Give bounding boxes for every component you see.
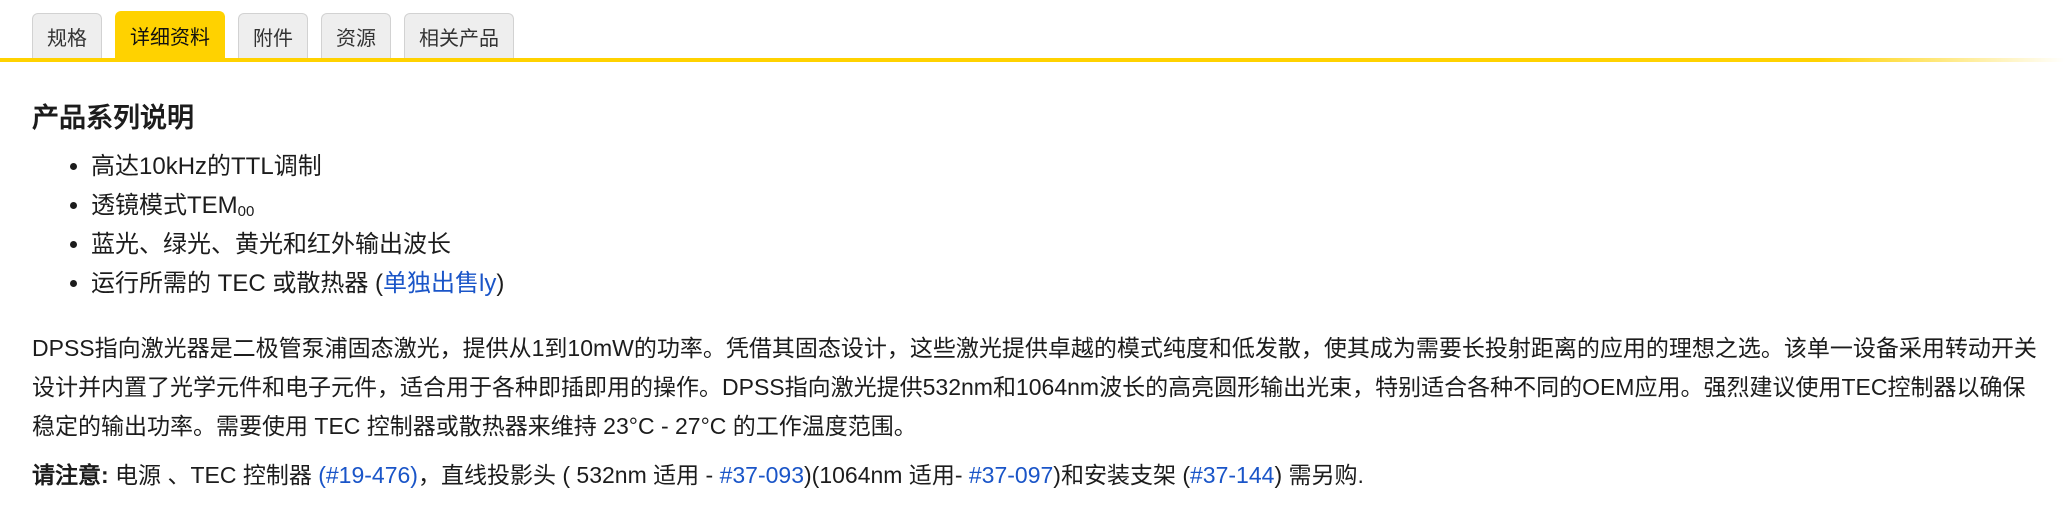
tab-list: 规格 详细资料 附件 资源 相关产品 (32, 11, 514, 59)
feature-item: 透镜模式TEM00 (91, 186, 2042, 225)
tab-details[interactable]: 详细资料 (115, 11, 225, 59)
product-link-37-097[interactable]: #37-097 (969, 462, 1053, 488)
note-text: ，直线投影头 ( 532nm 适用 - (417, 462, 720, 488)
feature-item: 蓝光、绿光、黄光和红外输出波长 (91, 225, 2042, 264)
feature-list: 高达10kHz的TTL调制 透镜模式TEM00 蓝光、绿光、黄光和红外输出波长 … (32, 147, 2042, 303)
tab-related-products[interactable]: 相关产品 (404, 13, 514, 59)
tab-underline (0, 58, 2065, 62)
note-text: 电源 、TEC 控制器 (108, 462, 319, 488)
sold-separately-link[interactable]: 单独出售ly (383, 270, 496, 297)
feature-text: 蓝光、绿光、黄光和红外输出波长 (91, 231, 451, 258)
product-link-19-476[interactable]: (#19-476) (318, 462, 418, 488)
feature-text: 运行所需的 TEC 或散热器 ( (91, 270, 383, 297)
tab-bar: 规格 详细资料 附件 资源 相关产品 (0, 0, 2065, 62)
tab-resources[interactable]: 资源 (321, 13, 391, 59)
note-text: ) 需另购. (1274, 462, 1364, 488)
product-link-37-144[interactable]: #37-144 (1190, 462, 1274, 488)
feature-item: 运行所需的 TEC 或散热器 (单独出售ly) (91, 264, 2042, 303)
tab-specifications[interactable]: 规格 (32, 13, 102, 59)
description-paragraph: DPSS指向激光器是二极管泵浦固态激光，提供从1到10mW的功率。凭借其固态设计… (32, 335, 2037, 439)
note-paragraph: 请注意: 电源 、TEC 控制器 (#19-476)，直线投影头 ( 532nm… (32, 456, 2042, 495)
note-text: )和安装支架 ( (1053, 462, 1191, 488)
note-text: )(1064nm 适用- (804, 462, 969, 488)
note-label: 请注意: (32, 462, 109, 488)
product-link-37-093[interactable]: #37-093 (720, 462, 804, 488)
section-title: 产品系列说明 (32, 103, 194, 133)
feature-text: ) (496, 270, 505, 297)
tab-accessories[interactable]: 附件 (238, 13, 308, 59)
details-panel: 产品系列说明 高达10kHz的TTL调制 透镜模式TEM00 蓝光、绿光、黄光和… (32, 96, 2042, 495)
feature-item: 高达10kHz的TTL调制 (91, 147, 2042, 186)
feature-subscript: 00 (237, 203, 255, 220)
feature-text: 透镜模式TEM (91, 192, 238, 219)
feature-text: 高达10kHz的TTL调制 (91, 153, 322, 180)
